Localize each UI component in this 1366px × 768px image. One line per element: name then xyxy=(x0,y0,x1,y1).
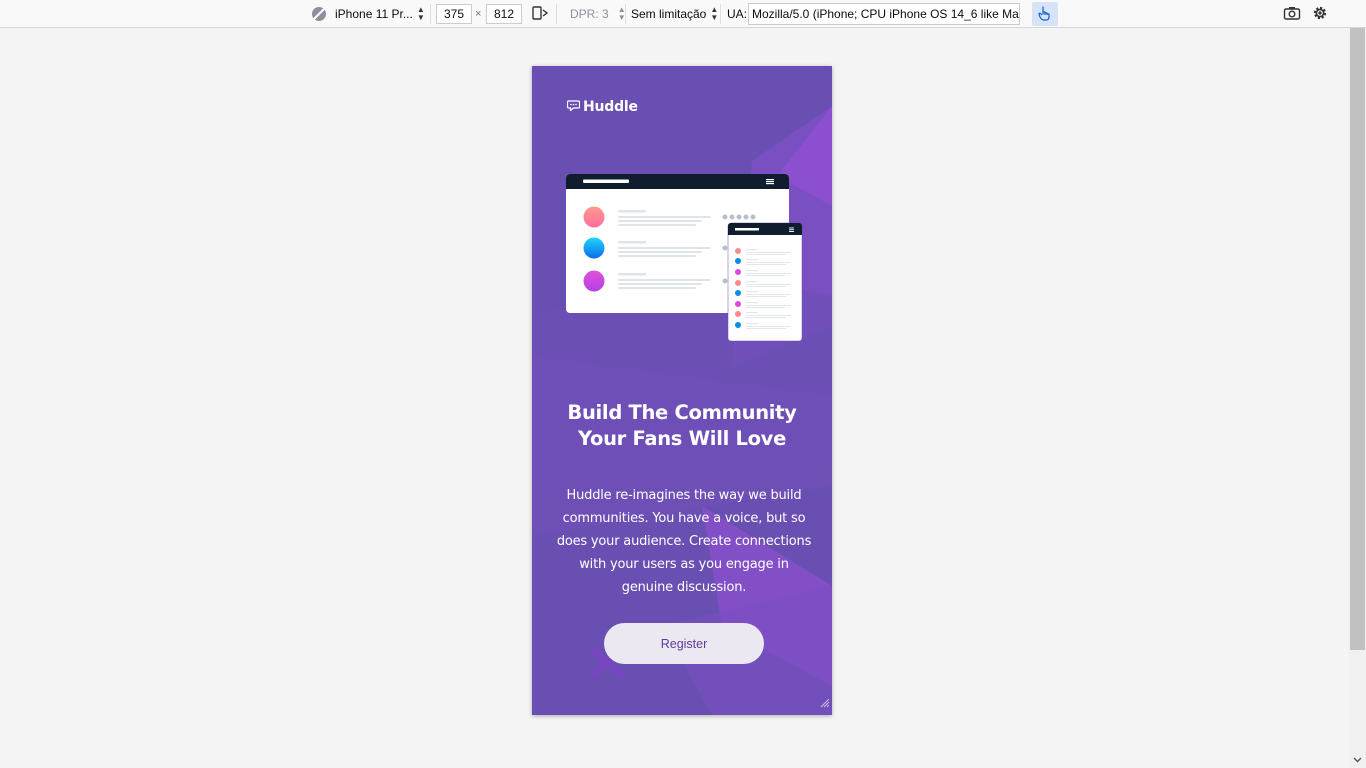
scrollbar-thumb[interactable] xyxy=(1350,28,1365,650)
throttle-label: Sem limitação xyxy=(631,7,707,21)
dpr-label: DPR: 3 xyxy=(570,7,609,21)
device-viewport: Huddle Build The Community Your Fans Wil… xyxy=(532,66,832,715)
device-selector[interactable]: iPhone 11 Pr... ▲ ▼ xyxy=(311,0,425,28)
scroll-down-arrow-icon[interactable] xyxy=(1349,751,1366,768)
page-scrollbar[interactable] xyxy=(1349,28,1366,768)
hero-description: Huddle re-imagines the way we build comm… xyxy=(556,488,812,595)
resize-grip-icon[interactable] xyxy=(820,695,830,713)
user-agent-input[interactable]: Mozilla/5.0 (iPhone; CPU iPhone OS 14_6 … xyxy=(748,3,1020,25)
register-button[interactable]: Register xyxy=(604,623,764,664)
settings-button[interactable] xyxy=(1311,0,1329,28)
viewport-width-input[interactable]: 375 xyxy=(436,4,472,24)
rotate-device-button[interactable] xyxy=(531,0,549,28)
screenshot-camera-icon xyxy=(1283,5,1301,24)
rotate-device-icon xyxy=(531,5,549,24)
no-throttle-circle-icon xyxy=(311,6,327,22)
settings-gear-icon xyxy=(1311,4,1329,25)
dimension-separator: × xyxy=(475,8,482,20)
chevron-updown-icon: ▲ ▼ xyxy=(710,5,719,22)
chevron-updown-icon: ▲ ▼ xyxy=(416,5,425,22)
throttle-selector[interactable]: Sem limitação ▲ ▼ xyxy=(631,0,718,28)
touch-simulation-button[interactable] xyxy=(1032,2,1058,26)
dpr-selector[interactable]: DPR: 3 ▲ ▼ xyxy=(570,0,626,28)
hero-heading: Build The Community Your Fans Will Love xyxy=(552,400,812,452)
responsive-toolbar: iPhone 11 Pr... ▲ ▼ 375 × 812 DPR: 3 ▲ ▼ S… xyxy=(0,0,1366,28)
ua-label: UA: xyxy=(727,7,748,21)
heading-line-2: Your Fans Will Love xyxy=(577,427,787,450)
screenshot-button[interactable] xyxy=(1283,0,1301,28)
touch-hand-icon xyxy=(1038,5,1052,24)
viewport-height-input[interactable]: 812 xyxy=(486,4,522,24)
hero-illustration xyxy=(566,174,803,342)
device-name: iPhone 11 Pr... xyxy=(335,7,413,21)
heading-line-1: Build The Community xyxy=(567,401,797,424)
